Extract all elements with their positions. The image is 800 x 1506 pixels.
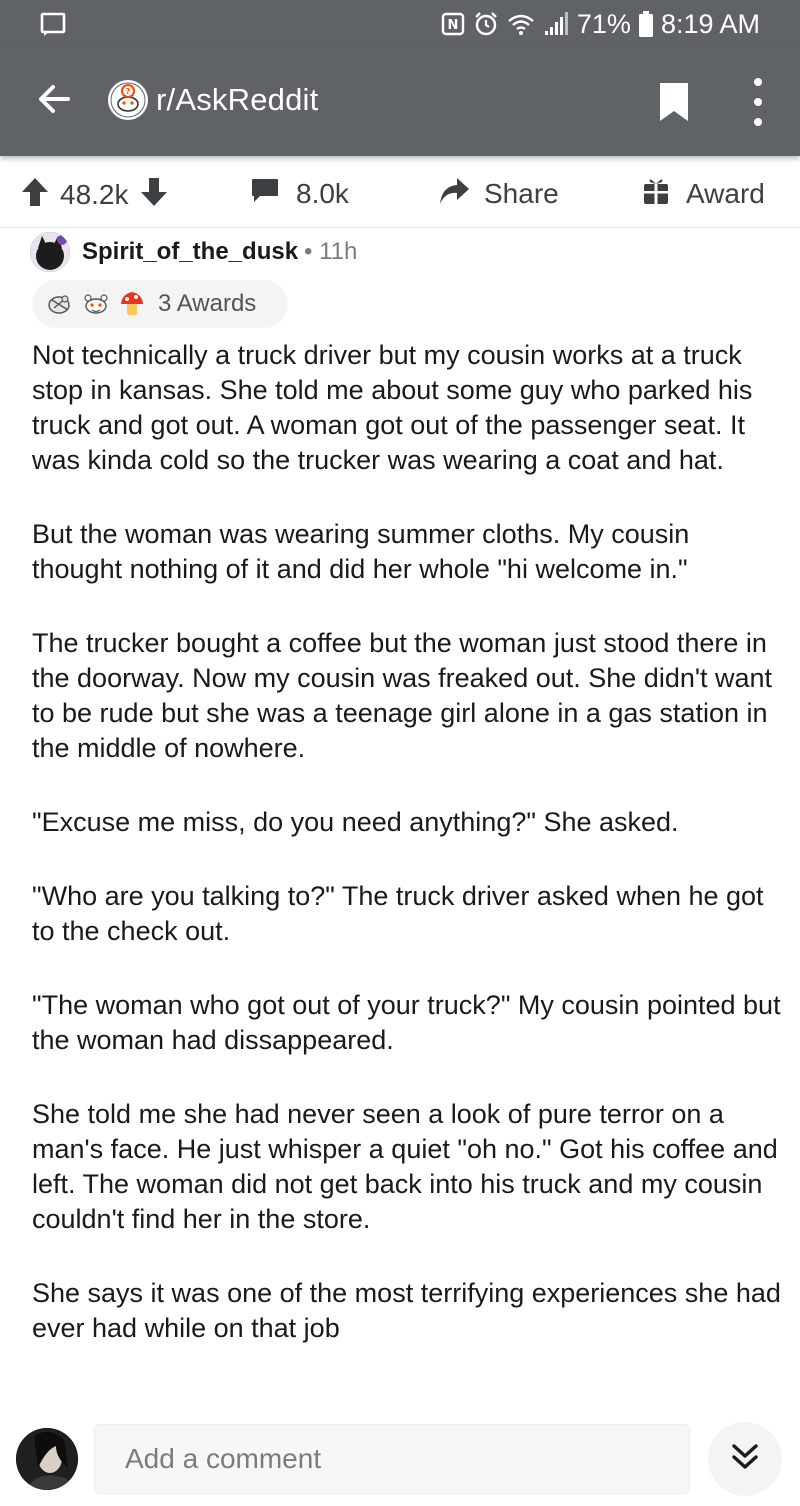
vote-group: 48.2k bbox=[20, 176, 169, 213]
back-arrow-icon bbox=[36, 81, 72, 122]
comment-paragraph: Not technically a truck driver but my co… bbox=[32, 340, 753, 475]
upvote-icon[interactable] bbox=[20, 176, 50, 213]
alarm-icon bbox=[473, 11, 499, 37]
comment-paragraph: "Excuse me miss, do you need anything?" … bbox=[32, 807, 679, 837]
more-vertical-icon bbox=[754, 78, 762, 86]
post-action-bar: 48.2k 8.0k Share Award bbox=[0, 160, 800, 228]
jump-to-bottom-button[interactable] bbox=[708, 1422, 782, 1496]
clock: 8:19 AM bbox=[660, 8, 760, 39]
comment-author[interactable]: Spirit_of_the_dusk bbox=[82, 238, 298, 266]
nfc-icon: N bbox=[441, 12, 465, 36]
comment-age: 11h bbox=[319, 238, 358, 265]
gift-icon bbox=[642, 176, 670, 211]
award-button[interactable]: Award bbox=[642, 176, 765, 211]
signal-icon bbox=[543, 11, 569, 37]
wholesome-seal-icon bbox=[46, 290, 74, 318]
share-label: Share bbox=[484, 177, 559, 209]
comment-bubble-icon bbox=[250, 176, 280, 211]
awards-pill[interactable]: 3 Awards bbox=[32, 280, 288, 328]
vote-score: 48.2k bbox=[60, 178, 129, 210]
share-button[interactable]: Share bbox=[438, 176, 559, 211]
comment-paragraph: She told me she had never seen a look of… bbox=[32, 1099, 778, 1234]
comment-body: Not technically a truck driver but my co… bbox=[32, 338, 782, 1385]
helpful-snoo-icon bbox=[82, 290, 110, 318]
share-arrow-icon bbox=[438, 176, 470, 211]
more-options-button[interactable] bbox=[744, 78, 772, 126]
battery-icon bbox=[638, 11, 653, 37]
comment-paragraph: "Who are you talking to?" The truck driv… bbox=[32, 881, 764, 946]
meta-separator: • bbox=[304, 238, 313, 265]
wifi-icon bbox=[507, 12, 535, 36]
svg-text:N: N bbox=[447, 18, 458, 33]
comment-input[interactable] bbox=[94, 1424, 690, 1494]
author-avatar[interactable] bbox=[30, 232, 70, 272]
awards-count-label: 3 Awards bbox=[158, 290, 257, 317]
user-avatar[interactable] bbox=[16, 1428, 78, 1490]
bookmark-button[interactable] bbox=[656, 81, 692, 123]
silver-award-icon bbox=[118, 290, 146, 318]
award-label: Award bbox=[686, 177, 765, 209]
downvote-icon[interactable] bbox=[139, 176, 169, 213]
notification-icon bbox=[40, 11, 66, 37]
back-button[interactable] bbox=[34, 81, 74, 121]
comment-meta: • 11h bbox=[304, 238, 357, 266]
subreddit-avatar-icon[interactable]: ? bbox=[108, 80, 148, 120]
battery-percent: 71% bbox=[576, 8, 631, 39]
status-bar: N 71% 8:19 AM bbox=[0, 0, 800, 48]
comments-button[interactable]: 8.0k bbox=[250, 176, 349, 211]
subreddit-title[interactable]: r/AskReddit bbox=[156, 82, 318, 118]
comment-paragraph: But the woman was wearing summer cloths.… bbox=[32, 519, 690, 584]
comments-count: 8.0k bbox=[296, 177, 349, 209]
app-bar: ? r/AskReddit bbox=[0, 48, 800, 156]
comment-paragraph: The trucker bought a coffee but the woma… bbox=[32, 628, 773, 763]
comment-paragraph: She says it was one of the most terrifyi… bbox=[32, 1278, 781, 1343]
svg-text:?: ? bbox=[126, 87, 131, 96]
comment-paragraph: "The woman who got out of your truck?" M… bbox=[32, 990, 781, 1055]
bookmark-icon bbox=[656, 83, 692, 127]
double-chevron-down-icon bbox=[728, 1440, 762, 1479]
